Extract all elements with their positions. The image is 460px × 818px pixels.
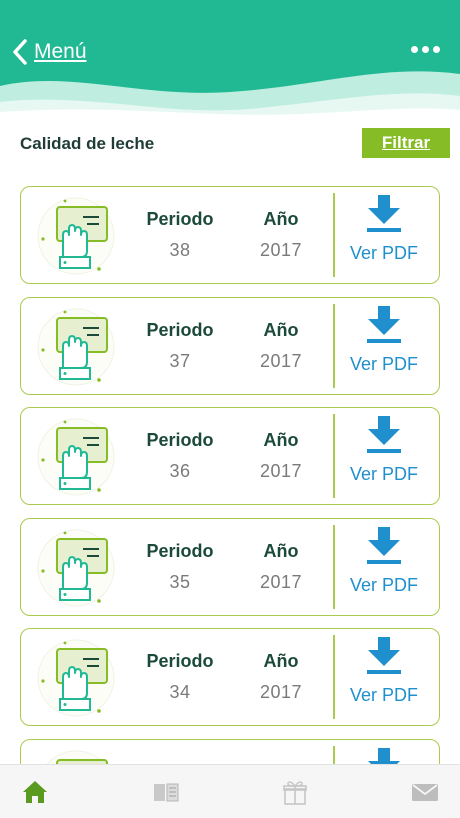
download-icon [368, 747, 400, 764]
download-icon [367, 416, 401, 453]
view-pdf-button[interactable]: Ver PDF [339, 414, 429, 498]
report-list: Periodo 38 Año 2017 Ver PDF Periodo 37 A… [20, 186, 440, 764]
view-pdf-button[interactable]: Ver PDF [339, 304, 429, 388]
back-to-menu-link[interactable]: Menú [10, 38, 87, 66]
view-pdf-label: Ver PDF [349, 464, 419, 484]
period-column: Periodo 34 [130, 651, 230, 703]
year-column: Año 2017 [231, 541, 331, 593]
view-pdf-label: Ver PDF [349, 685, 419, 705]
view-pdf-button[interactable]: Ver PDF [339, 635, 429, 719]
year-value: 2017 [259, 682, 303, 702]
year-column: Año 2017 [231, 430, 331, 482]
download-icon [367, 305, 401, 343]
app-header: Menú [0, 0, 460, 118]
year-label: Año [263, 540, 299, 561]
year-value: 2017 [259, 350, 303, 371]
book-icon [154, 783, 179, 802]
hand-document-illustration-icon [46, 750, 108, 764]
report-card: Periodo 34 Año 2017 Ver PDF [20, 628, 440, 726]
period-column: Periodo 35 [130, 541, 230, 593]
tab-home[interactable] [20, 777, 50, 807]
report-card: Periodo 36 Año 2017 Ver PDF [20, 407, 440, 505]
year-value: 2017 [259, 240, 303, 260]
period-column: Periodo 38 [130, 209, 230, 261]
period-value: 36 [169, 461, 191, 481]
view-pdf-button[interactable]: Ver PDF [339, 525, 429, 609]
report-card: Periodo 35 Año 2017 Ver PDF [20, 517, 440, 616]
view-pdf-button[interactable]: Ver PDF [339, 193, 429, 277]
year-label: Año [263, 430, 299, 450]
hand-document-illustration-icon [37, 529, 115, 606]
page-title: Calidad de leche [20, 134, 155, 153]
period-label: Periodo [146, 430, 214, 450]
year-value: 2017 [259, 571, 303, 592]
chevron-left-icon [13, 39, 27, 65]
year-label: Año [263, 651, 299, 671]
period-column: Periodo 36 [130, 430, 230, 482]
tab-catalog[interactable] [151, 777, 181, 807]
dot-icon [411, 46, 418, 53]
report-card: Periodo 37 Año 2017 Ver PDF [20, 296, 440, 395]
view-pdf-label: Ver PDF [349, 574, 419, 595]
year-column: Año 2017 [231, 320, 331, 372]
period-label: Periodo [146, 651, 214, 671]
download-icon [367, 526, 401, 564]
hand-document-illustration-icon [37, 197, 115, 275]
card-divider [333, 414, 335, 498]
report-card [20, 738, 440, 764]
period-label: Periodo [146, 209, 214, 229]
report-card: Periodo 38 Año 2017 Ver PDF [20, 186, 440, 284]
year-label: Año [263, 209, 299, 229]
tab-messages[interactable] [410, 777, 440, 807]
view-pdf-label: Ver PDF [349, 243, 419, 263]
period-value: 35 [169, 571, 191, 592]
card-divider [333, 745, 335, 764]
hand-document-illustration-icon [37, 639, 115, 717]
gift-icon [283, 781, 307, 805]
year-column: Año 2017 [231, 651, 331, 703]
period-value: 37 [169, 350, 191, 371]
card-divider [333, 303, 335, 388]
more-options-button[interactable] [411, 46, 440, 53]
hand-document-illustration-icon [37, 418, 115, 496]
period-column: Periodo 37 [130, 320, 230, 372]
year-column: Año 2017 [231, 209, 331, 261]
dot-icon [422, 46, 429, 53]
view-pdf-button[interactable] [339, 746, 429, 764]
hand-document-illustration-icon [37, 308, 115, 385]
year-value: 2017 [259, 461, 303, 481]
mail-icon [412, 784, 438, 801]
period-value: 34 [169, 682, 191, 702]
period-label: Periodo [146, 540, 214, 561]
filter-button[interactable]: Filtrar [362, 128, 450, 158]
period-value: 38 [169, 240, 191, 260]
download-icon [367, 195, 401, 232]
download-icon [367, 637, 401, 674]
year-label: Año [263, 319, 299, 340]
back-label: Menú [34, 40, 87, 63]
home-icon [23, 781, 47, 803]
card-divider [333, 635, 335, 719]
dot-icon [433, 46, 440, 53]
tab-rewards[interactable] [280, 777, 310, 807]
card-divider [333, 524, 335, 609]
bottom-tab-bar [0, 764, 460, 818]
card-divider [333, 193, 335, 277]
view-pdf-label: Ver PDF [349, 353, 419, 374]
period-label: Periodo [146, 319, 214, 340]
